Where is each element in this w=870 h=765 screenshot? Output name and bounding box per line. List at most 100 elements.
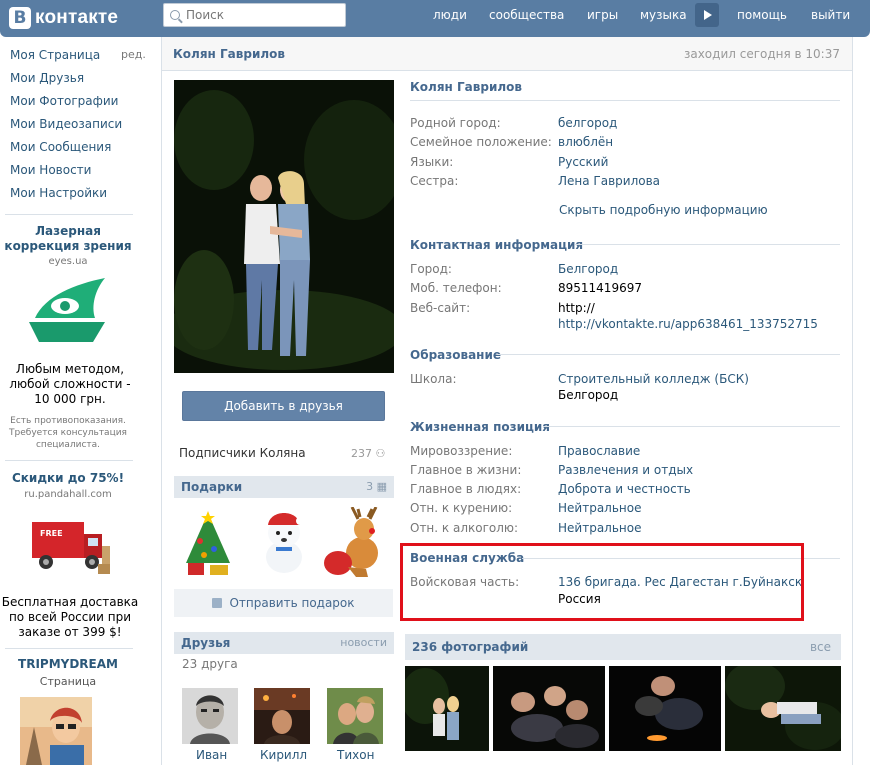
education-section-title: Образование <box>410 348 502 362</box>
info-label: Семейное положение: <box>410 135 552 149</box>
info-label: Отн. к алкоголю: <box>410 521 519 535</box>
photos-header[interactable]: 236 фотографий все <box>405 634 841 660</box>
travel-woman-image <box>20 697 92 765</box>
ad-domain: eyes.ua <box>48 256 88 267</box>
friends-header[interactable]: Друзья новости <box>174 632 394 654</box>
profile-main: Колян Гаврилов заходил сегодня в 10:37 Д… <box>161 37 853 765</box>
gifts-header[interactable]: Подарки 3 ▦ <box>174 476 394 498</box>
nav-games[interactable]: игры <box>587 0 618 30</box>
sidebar-edit-link[interactable]: ред. <box>121 48 146 61</box>
info-value-website-prefix: http:// <box>558 301 595 315</box>
profile-photo-image <box>174 80 394 373</box>
delivery-truck-icon: FREE <box>32 522 110 574</box>
nav-people[interactable]: люди <box>433 0 467 30</box>
friend-name-tikhon[interactable]: Тихон <box>337 748 374 762</box>
info-value-school[interactable]: Строительный колледж (БСК) <box>558 372 749 386</box>
info-value-worldview[interactable]: Православие <box>558 444 640 458</box>
ad-text: Любым методом, любой сложности - 10 000 … <box>9 362 131 406</box>
sidebar-divider <box>5 460 133 461</box>
info-value-life-main[interactable]: Развлечения и отдых <box>558 463 693 477</box>
ad-domain: ru.pandahall.com <box>24 489 112 500</box>
contact-section-title: Контактная информация <box>410 238 584 252</box>
christmas-tree-gift-icon[interactable] <box>180 507 236 579</box>
nav-help[interactable]: помощь <box>737 0 787 30</box>
free-badge: FREE <box>40 529 63 538</box>
ad-title[interactable]: Скидки до 75%! <box>3 471 133 486</box>
info-value-sister[interactable]: Лена Гаврилова <box>558 174 660 188</box>
friends-count: 23 друга <box>182 657 238 671</box>
profile-photo[interactable] <box>174 80 394 373</box>
vk-logo-text: контакте <box>35 7 119 28</box>
nav-communities[interactable]: сообщества <box>489 0 564 30</box>
life-section-title: Жизненная позиция <box>410 420 550 434</box>
photo-thumbnail[interactable] <box>725 666 841 751</box>
photo-thumbnail[interactable] <box>405 666 489 751</box>
sidebar-divider <box>5 214 133 215</box>
friends-news-link[interactable]: новости <box>340 636 387 649</box>
online-status: заходил сегодня в 10:37 <box>683 47 840 61</box>
sidebar-item-videos[interactable]: Мои Видеозаписи <box>10 117 122 131</box>
photo-thumbnail[interactable] <box>493 666 605 751</box>
sidebar-item-friends[interactable]: Мои Друзья <box>10 71 84 85</box>
play-icon[interactable] <box>695 3 719 27</box>
info-label: Веб-сайт: <box>410 301 471 315</box>
info-value-website-link[interactable]: http://vkontakte.ru/app638461_133752715 <box>558 317 818 331</box>
info-value-languages[interactable]: Русский <box>558 155 608 169</box>
ad-title[interactable]: TRIPMYDREAM <box>3 657 133 672</box>
info-label: Главное в жизни: <box>410 463 522 477</box>
info-value-alcohol[interactable]: Нейтральное <box>558 521 641 535</box>
friend-avatar-tikhon[interactable] <box>327 688 383 744</box>
info-value-hometown[interactable]: белгород <box>558 116 617 130</box>
snow-dog-gift-icon[interactable] <box>256 507 312 579</box>
info-label: Отн. к курению: <box>410 501 513 515</box>
info-label: Сестра: <box>410 174 459 188</box>
subscribers-link[interactable]: Подписчики Коляна <box>179 446 306 460</box>
nav-music[interactable]: музыка <box>640 0 687 30</box>
profile-topbar: Колян Гаврилов заходил сегодня в 10:37 <box>162 37 852 71</box>
gifts-count: 3 ▦ <box>366 480 387 493</box>
friends-title: Друзья <box>181 636 231 650</box>
info-value-city[interactable]: Белгород <box>558 262 618 276</box>
nav-logout[interactable]: выйти <box>811 0 850 30</box>
info-label: Главное в людях: <box>410 482 522 496</box>
gift-icon <box>212 598 223 608</box>
gift-box-icon: ▦ <box>376 480 387 493</box>
ad-title[interactable]: Лазерная коррекция зрения <box>3 224 133 254</box>
search-icon <box>170 10 180 20</box>
info-label: Город: <box>410 262 452 276</box>
section-divider <box>575 244 840 245</box>
vk-logo-icon: В <box>9 7 31 29</box>
vk-logo[interactable]: В контакте <box>9 6 118 30</box>
info-label: Моб. телефон: <box>410 281 502 295</box>
info-label: Мировоззрение: <box>410 444 513 458</box>
sidebar-item-my-page[interactable]: Моя Страница <box>10 48 100 62</box>
eye-ship-logo-icon <box>29 278 105 342</box>
info-value-relationship[interactable]: влюблён <box>558 135 613 149</box>
sidebar-item-photos[interactable]: Мои Фотографии <box>10 94 118 108</box>
info-label: Языки: <box>410 155 454 169</box>
info-value-smoking[interactable]: Нейтральное <box>558 501 641 515</box>
info-value-school-city: Белгород <box>558 388 619 402</box>
photos-all-link[interactable]: все <box>810 640 831 654</box>
reindeer-gift-icon[interactable] <box>322 507 390 579</box>
search-box[interactable] <box>163 3 346 27</box>
sidebar-divider <box>5 648 133 649</box>
info-value-phone: 89511419697 <box>558 281 642 295</box>
photo-thumbnail[interactable] <box>609 666 721 751</box>
friend-name-kirill[interactable]: Кирилл <box>260 748 307 762</box>
friend-avatar-ivan[interactable] <box>182 688 238 744</box>
sidebar-item-messages[interactable]: Мои Сообщения <box>10 140 111 154</box>
sidebar-item-news[interactable]: Мои Новости <box>10 163 91 177</box>
friend-avatar-kirill[interactable] <box>254 688 310 744</box>
subscribers-count: 237 ⚇ <box>351 447 386 460</box>
send-gift-button[interactable]: Отправить подарок <box>174 589 393 617</box>
section-divider <box>543 426 840 427</box>
friend-name-ivan[interactable]: Иван <box>196 748 227 762</box>
search-input[interactable] <box>186 8 336 22</box>
hide-details-link[interactable]: Скрыть подробную информацию <box>559 203 768 217</box>
users-icon: ⚇ <box>375 447 386 460</box>
info-value-people-main[interactable]: Доброта и честность <box>558 482 691 496</box>
sidebar-item-settings[interactable]: Мои Настройки <box>10 186 107 200</box>
add-friend-button[interactable]: Добавить в друзья <box>182 391 385 421</box>
highlight-box <box>400 543 804 621</box>
